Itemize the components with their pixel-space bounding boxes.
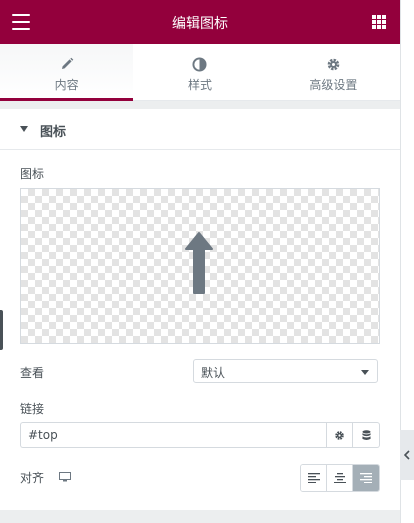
align-right-button[interactable]: [353, 465, 379, 491]
grid-icon[interactable]: [372, 15, 386, 29]
half-circle-icon: [133, 56, 266, 72]
link-field-label: 链接: [20, 402, 45, 416]
dynamic-tags-button[interactable]: [353, 422, 380, 448]
view-field-label: 查看: [20, 366, 45, 380]
section-title: 图标: [40, 125, 67, 140]
tab-label: 样式: [187, 78, 212, 92]
align-center-button[interactable]: [327, 465, 353, 491]
arrow-up-icon: [185, 232, 213, 294]
section-header-icon[interactable]: 图标: [0, 109, 400, 150]
chevron-down-icon: [361, 370, 369, 375]
view-select-value: 默认: [201, 366, 226, 380]
align-choices: [300, 464, 380, 492]
align-field-label: 对齐: [20, 471, 45, 485]
icon-field-label: 图标: [20, 167, 45, 181]
tab-label: 高级设置: [309, 78, 358, 92]
chevron-left-icon: [404, 450, 410, 460]
tab-content[interactable]: 内容: [0, 44, 134, 101]
align-center-icon: [333, 473, 346, 483]
align-left-button[interactable]: [301, 465, 327, 491]
align-left-icon: [307, 473, 320, 483]
caret-down-icon: [20, 126, 28, 132]
database-icon: [361, 429, 371, 440]
panel-title: 编辑图标: [172, 16, 228, 32]
editor-header: 编辑图标: [0, 0, 400, 44]
tab-label: 内容: [54, 78, 79, 92]
panel-tabs: 内容 样式 高级设置: [0, 44, 400, 101]
desktop-icon[interactable]: [59, 472, 71, 482]
gear-icon: [335, 430, 344, 440]
view-select[interactable]: 默认: [193, 359, 378, 383]
section-gap: [0, 101, 400, 109]
tab-style[interactable]: 样式: [133, 44, 266, 100]
icon-picker-preview[interactable]: [20, 188, 380, 344]
pencil-icon: [0, 56, 133, 72]
panel-footer-gap: [0, 510, 400, 523]
align-right-icon: [360, 473, 372, 483]
link-input[interactable]: #top: [20, 422, 326, 448]
resize-handle[interactable]: [0, 310, 3, 350]
gear-icon: [267, 56, 400, 72]
tab-advanced[interactable]: 高级设置: [267, 44, 400, 100]
link-options-button[interactable]: [326, 422, 353, 448]
collapse-panel-button[interactable]: [400, 430, 414, 480]
